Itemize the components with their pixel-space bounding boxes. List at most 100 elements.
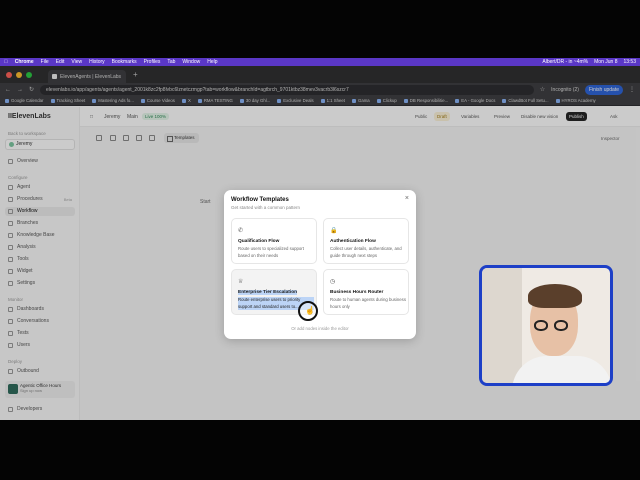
template-title: Enterprise Tier Escalation xyxy=(238,290,298,295)
workflow-templates-modal: Workflow Templates Get started with a co… xyxy=(224,190,416,339)
bookmark[interactable]: Mastering Ads fo... xyxy=(92,98,134,103)
reload-icon[interactable]: ↻ xyxy=(29,86,34,93)
preview-button[interactable]: Preview xyxy=(491,112,513,121)
zoom-out-icon[interactable] xyxy=(110,135,116,141)
forward-icon[interactable]: → xyxy=(17,87,23,93)
sidebar-item-outbound[interactable]: Outbound xyxy=(5,367,75,376)
clock-icon: ◷ xyxy=(330,279,336,285)
menu-window[interactable]: Window xyxy=(182,59,200,65)
sidebar-item-dashboards[interactable]: Dashboards xyxy=(5,305,75,314)
menu-tab[interactable]: Tab xyxy=(167,59,175,65)
sidebar-item-analysis[interactable]: Analysis xyxy=(5,243,75,252)
fit-view-icon[interactable] xyxy=(123,135,129,141)
back-icon[interactable]: ← xyxy=(5,87,11,93)
sidebar-item-tests[interactable]: Tests xyxy=(5,329,75,338)
bookmark[interactable]: HYROS Academy xyxy=(555,98,596,103)
template-card-authentication[interactable]: 🔒 Authentication Flow Collect user detai… xyxy=(323,218,409,264)
bookmark[interactable]: Google Calendar xyxy=(5,98,44,103)
bookmark[interactable]: RMA TESTING xyxy=(197,98,233,103)
modal-title: Workflow Templates xyxy=(231,197,289,203)
copy-icon[interactable] xyxy=(149,135,155,141)
sidebar-item-branches[interactable]: Branches xyxy=(5,219,75,228)
menu-bookmarks[interactable]: Bookmarks xyxy=(112,59,137,65)
sidebar-item-widget[interactable]: Widget xyxy=(5,267,75,276)
status-item[interactable]: Albert/DR - in ~4m% xyxy=(542,59,588,65)
menu-kebab-icon[interactable]: ⋮ xyxy=(629,86,635,93)
branch-name[interactable]: Main xyxy=(127,114,138,120)
sidebar: IIElevenLabs Back to workspace Jeremy Ov… xyxy=(0,107,80,420)
app-logo[interactable]: IIElevenLabs xyxy=(8,113,51,120)
url-field[interactable]: elevenlabs.io/app/agents/agents/agent_20… xyxy=(40,84,534,95)
webcam-overlay xyxy=(479,265,613,386)
outbound-icon xyxy=(8,369,13,374)
disable-vision-button[interactable]: Disable new vision xyxy=(518,112,561,121)
menu-chrome[interactable]: Chrome xyxy=(15,59,34,65)
bookmark[interactable]: 30 day Ghl... xyxy=(239,98,270,103)
star-icon[interactable]: ☆ xyxy=(540,86,545,93)
minimize-window-icon[interactable] xyxy=(16,71,22,78)
branch-icon xyxy=(8,221,13,226)
templates-button[interactable]: Templates xyxy=(164,133,199,143)
template-title: Qualification Flow xyxy=(238,239,280,244)
menu-file[interactable]: File xyxy=(41,59,49,65)
time: 13:53 xyxy=(623,59,636,65)
variables-button[interactable]: Variables xyxy=(458,112,482,121)
maximize-window-icon[interactable] xyxy=(26,71,32,78)
bookmark[interactable]: Clickup xyxy=(376,98,397,103)
agent-name[interactable]: Jeremy xyxy=(104,114,120,120)
sidebar-item-tools[interactable]: Tools xyxy=(5,255,75,264)
publish-button[interactable]: Publish xyxy=(566,112,587,121)
sidebar-item-procedures[interactable]: Procedures Beta xyxy=(5,195,75,204)
workspace-label[interactable]: Back to workspace xyxy=(8,131,46,136)
bookmark[interactable]: ClawdBot Full Setu... xyxy=(502,98,549,103)
menu-help[interactable]: Help xyxy=(207,59,217,65)
menu-profiles[interactable]: Profiles xyxy=(144,59,161,65)
ask-button[interactable]: Ask xyxy=(607,112,621,121)
incognito-indicator[interactable]: Incognito (2) xyxy=(551,87,579,93)
template-card-business-hours[interactable]: ◷ Business Hours Router Route to human a… xyxy=(323,269,409,315)
sidebar-item-agent[interactable]: Agent xyxy=(5,183,75,192)
sidebar-toggle-icon[interactable]: □ xyxy=(90,114,93,120)
bookmark[interactable]: Course Videos xyxy=(140,98,175,103)
layout-icon[interactable] xyxy=(136,135,142,141)
close-window-icon[interactable] xyxy=(6,71,12,78)
dashboard-icon xyxy=(8,307,13,312)
sidebar-item-settings[interactable]: Settings xyxy=(5,279,75,288)
menu-edit[interactable]: Edit xyxy=(56,59,65,65)
start-node[interactable]: Start xyxy=(200,199,211,205)
menu-history[interactable]: History xyxy=(89,59,105,65)
draft-badge[interactable]: Draft xyxy=(434,112,450,121)
browser-tab[interactable]: ElevenAgents | ElevenLabs xyxy=(48,70,126,83)
widget-icon xyxy=(8,269,13,274)
bookmark[interactable]: 1:1 Sheet xyxy=(320,98,345,103)
public-button[interactable]: Public xyxy=(412,112,430,121)
sidebar-item-developers[interactable]: Developers xyxy=(5,405,75,414)
sidebar-item-users[interactable]: Users xyxy=(5,341,75,350)
new-tab-icon[interactable]: + xyxy=(133,70,138,79)
cursor-highlight-icon: ☝ xyxy=(298,301,318,321)
bookmark[interactable]: EA - Google Docs xyxy=(455,98,495,103)
bookmark[interactable]: Exclusive Deals xyxy=(277,98,314,103)
menu-view[interactable]: View xyxy=(71,59,82,65)
finish-update-button[interactable]: Finish update xyxy=(584,84,623,95)
bookmark[interactable]: X xyxy=(181,98,191,103)
sidebar-item-conversations[interactable]: Conversations xyxy=(5,317,75,326)
template-card-qualification[interactable]: ✆ Qualification Flow Route users to spec… xyxy=(231,218,317,264)
bookmark[interactable]: Tracking Sheet xyxy=(50,98,85,103)
live-badge: Live 100% xyxy=(142,113,170,120)
history-icon[interactable] xyxy=(202,135,208,141)
sidebar-item-workflow[interactable]: Workflow xyxy=(5,207,75,216)
sidebar-item-knowledge-base[interactable]: Knowledge Base xyxy=(5,231,75,240)
apple-icon[interactable]:  xyxy=(4,59,8,65)
grid-icon xyxy=(8,159,13,164)
glasses-icon xyxy=(554,320,568,331)
close-icon[interactable]: × xyxy=(405,195,409,202)
workspace-selector[interactable]: Jeremy xyxy=(5,139,75,150)
bookmark[interactable]: DB Responsibilitie... xyxy=(403,98,448,103)
bookmark[interactable]: Gama xyxy=(352,98,370,103)
promo-card[interactable]: Agentic Office Hours Sign up now xyxy=(5,381,75,398)
inspector-toggle[interactable]: Inspector xyxy=(601,136,620,141)
promo-avatar xyxy=(8,384,18,394)
zoom-in-icon[interactable] xyxy=(96,135,102,141)
sidebar-item-overview[interactable]: Overview xyxy=(5,157,75,166)
